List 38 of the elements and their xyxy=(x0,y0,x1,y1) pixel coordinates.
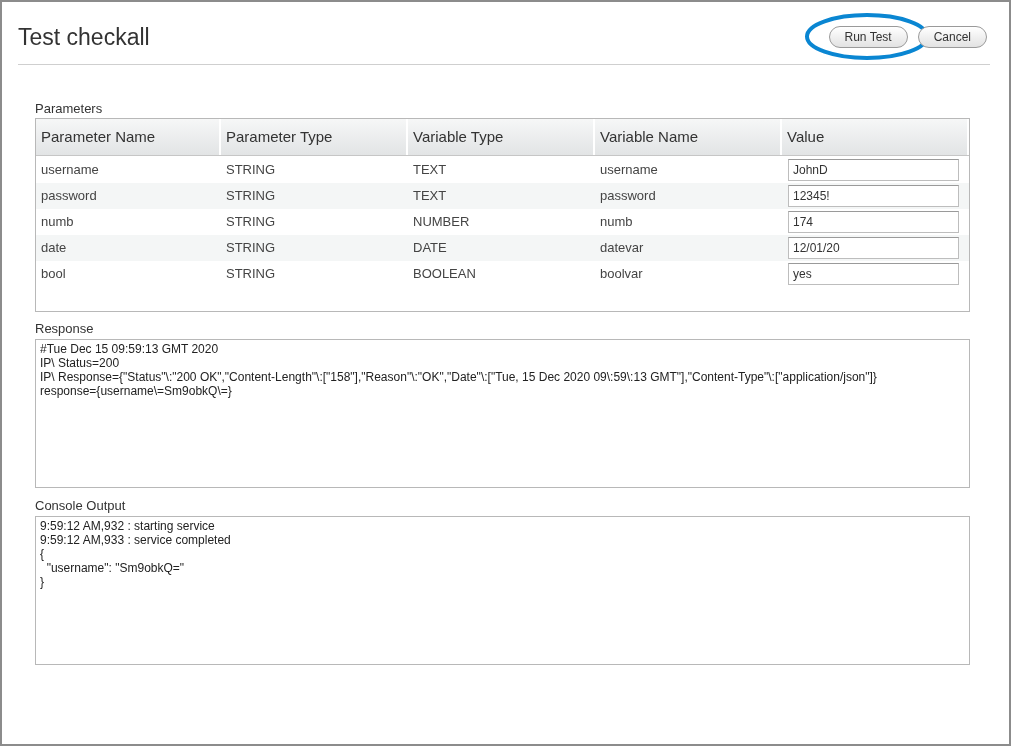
table-cell-text: TEXT xyxy=(412,161,448,180)
table-cell-text: datevar xyxy=(599,239,645,258)
section-label: Response xyxy=(35,321,94,337)
table-cell-text: password xyxy=(599,187,657,206)
value-input[interactable]: yes xyxy=(788,263,959,285)
table-cell-text: username xyxy=(599,161,659,180)
table-cell-text: numb xyxy=(40,213,75,232)
table-cell-text: NUMBER xyxy=(412,213,471,232)
table-cell-text: STRING xyxy=(225,161,277,180)
table-cell-text: username xyxy=(40,161,100,180)
table-cell-text: bool xyxy=(40,265,67,284)
table-cell-text: STRING xyxy=(225,187,277,206)
table-cell-text: STRING xyxy=(225,239,277,258)
column-header: Value xyxy=(782,119,969,155)
table-cell-text: TEXT xyxy=(412,187,448,206)
value-input[interactable]: 12/01/20 xyxy=(788,237,959,259)
section-label: Console Output xyxy=(35,498,126,514)
value-input[interactable]: JohnD xyxy=(788,159,959,181)
column-header: Parameter Type xyxy=(221,119,408,155)
response-field[interactable]: #Tue Dec 15 09:59:13 GMT 2020 IP\ Status=200 IP\ Response={"Status"\:"200 OK","Content-Length"\:["158"],"Reason"\:"OK","Date"\:["Tue, 15 Dec 2020 09\:59\:13 GMT"],"Content-Type"\:["application/json"]} response={username\=Sm9obkQ\=} xyxy=(35,339,970,488)
value-input[interactable]: 12345! xyxy=(788,185,959,207)
page-title: Test checkall xyxy=(18,23,150,51)
table-cell-text: numb xyxy=(599,213,634,232)
table-cell-text: DATE xyxy=(412,239,448,258)
console-output-field[interactable]: 9:59:12 AM,932 : starting service 9:59:12 AM,933 : service completed { "username": "Sm9obkQ=" } xyxy=(35,516,970,665)
table-cell-text: date xyxy=(40,239,68,258)
column-header: Parameter Name xyxy=(36,119,221,155)
table-cell-text: STRING xyxy=(225,265,277,284)
section-label: Parameters xyxy=(35,101,103,117)
cancel-button[interactable]: Cancel xyxy=(917,26,987,48)
table-cell-text: STRING xyxy=(225,213,277,232)
value-input[interactable]: 174 xyxy=(788,211,959,233)
table-cell-text: BOOLEAN xyxy=(412,265,477,284)
column-header: Variable Type xyxy=(408,119,595,155)
table-cell-text: password xyxy=(40,187,98,206)
column-header: Variable Name xyxy=(595,119,782,155)
run-test-button[interactable]: Run Test xyxy=(828,26,908,48)
table-cell-text: boolvar xyxy=(599,265,644,284)
